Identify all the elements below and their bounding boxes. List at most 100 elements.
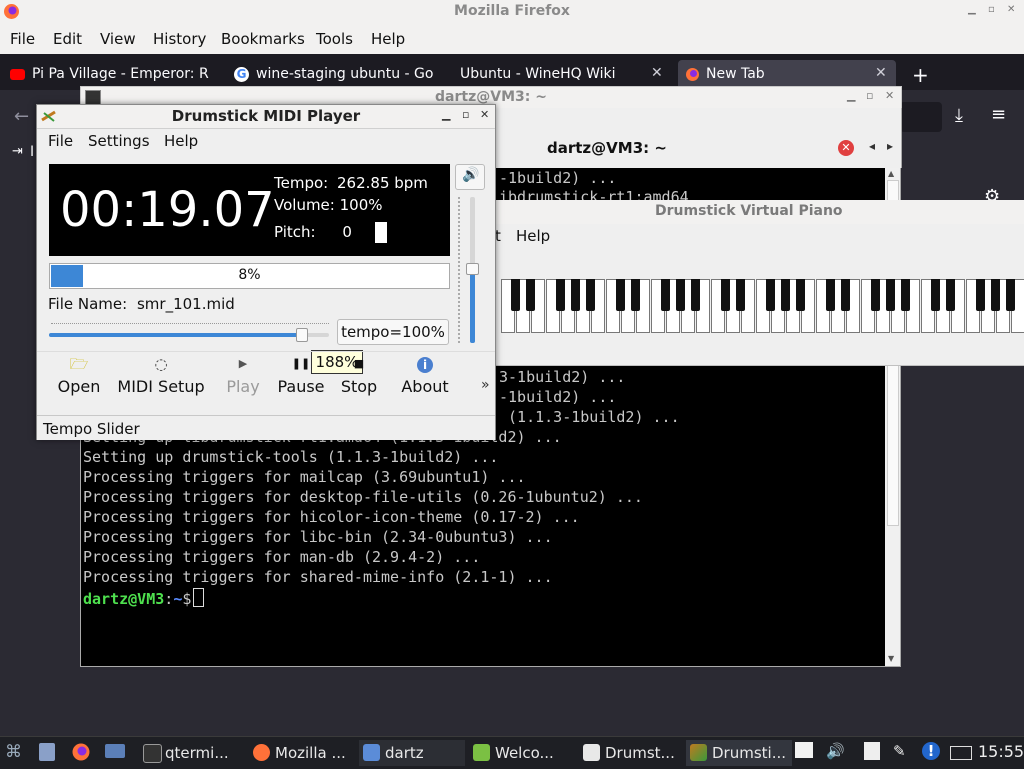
- menu-help[interactable]: Help: [371, 30, 405, 48]
- maximize-icon[interactable]: ▫: [988, 4, 995, 15]
- piano-black-key[interactable]: [736, 279, 745, 311]
- taskbar-item-firefox[interactable]: Mozilla ...: [249, 740, 355, 766]
- stop-button[interactable]: ■ Stop: [339, 355, 379, 396]
- taskbar-item-drumstick-player[interactable]: Drumsti...: [686, 740, 792, 766]
- tab-close-icon[interactable]: ✕: [875, 65, 887, 81]
- clock[interactable]: 15:55: [978, 742, 1024, 761]
- scroll-up-icon[interactable]: ▲: [888, 169, 894, 178]
- pitch-spin-box[interactable]: [375, 222, 387, 243]
- piano-black-key[interactable]: [556, 279, 565, 311]
- piano-menu-help[interactable]: Help: [516, 227, 550, 245]
- piano-black-key[interactable]: [616, 279, 625, 311]
- piano-black-key[interactable]: [511, 279, 520, 311]
- piano-black-key[interactable]: [571, 279, 580, 311]
- piano-black-key[interactable]: [781, 279, 790, 311]
- close-icon[interactable]: ✕: [885, 89, 894, 102]
- player-menu-file[interactable]: File: [48, 132, 73, 150]
- import-bookmarks-icon[interactable]: ⇥: [12, 144, 23, 159]
- pause-button[interactable]: ❚❚ Pause: [277, 355, 325, 396]
- back-icon[interactable]: ←: [14, 106, 29, 127]
- piano-keyboard[interactable]: [501, 279, 1024, 333]
- taskbar-item-drumstick-piano[interactable]: Drumst...: [579, 740, 685, 766]
- taskbar-item-welcome[interactable]: Welco...: [469, 740, 575, 766]
- piano-black-key[interactable]: [976, 279, 985, 311]
- keyboard-layout-icon[interactable]: [950, 746, 972, 760]
- info-icon: i: [399, 355, 451, 377]
- piano-black-key[interactable]: [931, 279, 940, 311]
- menu-edit[interactable]: Edit: [53, 30, 82, 48]
- volume-slider[interactable]: [466, 197, 479, 343]
- volume-slider-handle[interactable]: [466, 263, 479, 275]
- minimize-icon[interactable]: ▁: [847, 89, 855, 102]
- midi-setup-button-label: MIDI Setup: [117, 377, 205, 396]
- network-icon[interactable]: ✎: [893, 742, 906, 760]
- new-tab-button[interactable]: +: [912, 63, 929, 87]
- close-tab-icon[interactable]: ✕: [838, 140, 854, 156]
- player-menu-help[interactable]: Help: [164, 132, 198, 150]
- toolbar-extension-button[interactable]: »: [481, 377, 490, 393]
- taskbar-item-dartz[interactable]: dartz: [359, 740, 465, 766]
- piano-black-key[interactable]: [871, 279, 880, 311]
- piano-black-key[interactable]: [886, 279, 895, 311]
- player-menu-settings[interactable]: Settings: [88, 132, 150, 150]
- tempo-slider[interactable]: [49, 328, 329, 342]
- menu-tools[interactable]: Tools: [316, 30, 353, 48]
- firefox-titlebar[interactable]: Mozilla Firefox ▁ ▫ ✕: [0, 0, 1024, 25]
- play-button[interactable]: ▶ Play: [223, 355, 263, 396]
- menu-history[interactable]: History: [153, 30, 206, 48]
- tab-left-arrow-icon[interactable]: ◂: [869, 139, 875, 153]
- tempo-slider-handle[interactable]: [296, 328, 308, 342]
- toolbar-separator: [37, 351, 495, 352]
- tab-right-arrow-icon[interactable]: ▸: [887, 139, 893, 153]
- file-manager-launcher-icon[interactable]: [39, 743, 55, 761]
- close-icon[interactable]: ✕: [1007, 4, 1015, 15]
- piano-black-key[interactable]: [766, 279, 775, 311]
- minimize-icon[interactable]: ▁: [968, 4, 976, 15]
- scroll-down-icon[interactable]: ▼: [888, 654, 894, 663]
- piano-black-key[interactable]: [841, 279, 850, 311]
- start-menu-icon[interactable]: ⌘: [5, 742, 22, 762]
- midi-player-titlebar[interactable]: Drumstick MIDI Player ▁ ▫ ✕: [37, 105, 495, 129]
- notes-icon[interactable]: [795, 742, 813, 758]
- piano-black-key[interactable]: [631, 279, 640, 311]
- piano-black-key[interactable]: [676, 279, 685, 311]
- piano-black-key[interactable]: [661, 279, 670, 311]
- terminal-line: Processing triggers for hicolor-icon-the…: [83, 508, 580, 526]
- piano-titlebar[interactable]: Drumstick Virtual Piano: [495, 200, 1024, 225]
- terminal-tab-title[interactable]: dartz@VM3: ~: [547, 139, 667, 157]
- minimize-icon[interactable]: ▁: [442, 108, 450, 121]
- midi-setup-button[interactable]: ◌ MIDI Setup: [117, 355, 205, 396]
- piano-black-key[interactable]: [586, 279, 595, 311]
- mute-button[interactable]: 🔊: [455, 164, 485, 190]
- clipboard-icon[interactable]: [864, 742, 880, 760]
- piano-black-key[interactable]: [826, 279, 835, 311]
- piano-black-key[interactable]: [1006, 279, 1015, 311]
- maximize-icon[interactable]: ▫: [866, 89, 873, 102]
- notification-icon[interactable]: !: [922, 742, 940, 760]
- tempo-reset-button[interactable]: tempo=100%: [337, 319, 449, 345]
- download-icon[interactable]: ⤓: [955, 105, 963, 126]
- open-button[interactable]: 🗁 Open: [55, 355, 103, 396]
- maximize-icon[interactable]: ▫: [462, 108, 469, 121]
- piano-black-key[interactable]: [526, 279, 535, 311]
- piano-black-key[interactable]: [946, 279, 955, 311]
- volume-icon[interactable]: 🔊: [826, 742, 845, 760]
- taskbar-item-qterminal[interactable]: qtermi...: [139, 740, 245, 766]
- piano-black-key[interactable]: [721, 279, 730, 311]
- show-desktop-icon[interactable]: [105, 744, 125, 758]
- firefox-launcher-icon[interactable]: [71, 742, 91, 762]
- hamburger-menu-icon[interactable]: ≡: [991, 104, 1006, 125]
- piano-black-key[interactable]: [796, 279, 805, 311]
- piano-black-key[interactable]: [691, 279, 700, 311]
- close-icon[interactable]: ✕: [480, 108, 489, 121]
- menu-file[interactable]: File: [10, 30, 35, 48]
- menu-view[interactable]: View: [100, 30, 136, 48]
- tab-close-icon[interactable]: ✕: [651, 65, 663, 81]
- piano-black-key[interactable]: [901, 279, 910, 311]
- menu-bookmarks[interactable]: Bookmarks: [221, 30, 305, 48]
- piano-black-key[interactable]: [991, 279, 1000, 311]
- urlbar-end[interactable]: [900, 102, 942, 132]
- about-button[interactable]: i About: [399, 355, 451, 396]
- import-bookmarks-label[interactable]: I: [30, 144, 34, 160]
- terminal-line: -1build2) ...: [499, 169, 617, 187]
